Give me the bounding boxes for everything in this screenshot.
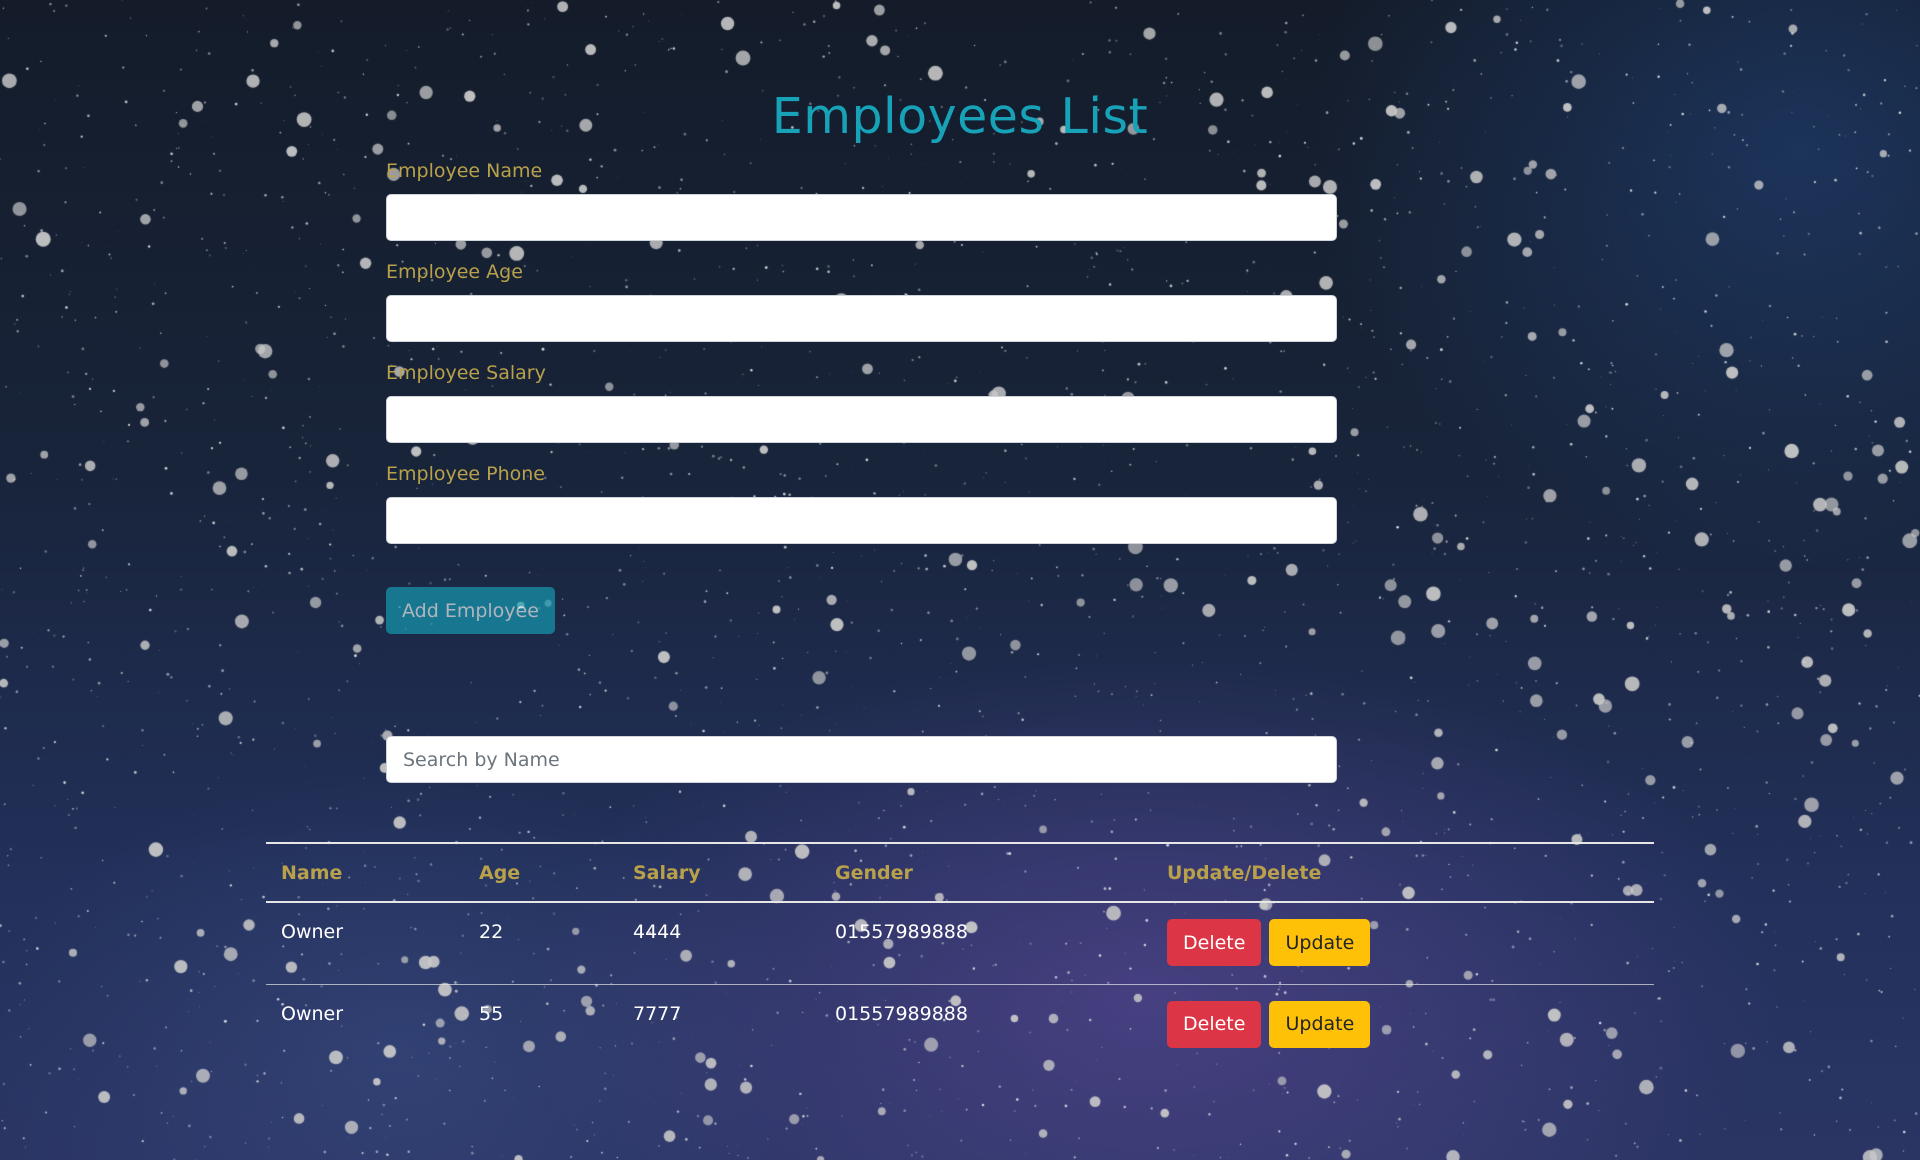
table-header-row: Name Age Salary Gender Update/Delete (266, 842, 1654, 903)
cell-salary: 4444 (618, 902, 820, 985)
cell-gender: 01557989888 (835, 1002, 968, 1025)
cell-age: 22 (464, 902, 618, 985)
header-salary: Salary (618, 842, 820, 903)
employee-salary-label: Employee Salary (386, 362, 546, 384)
employee-form: Employee Name Employee Age Employee Sala… (386, 160, 1337, 634)
employee-name-input[interactable] (386, 194, 1337, 241)
employee-salary-input[interactable] (386, 396, 1337, 443)
header-age: Age (464, 842, 618, 903)
employee-phone-input[interactable] (386, 497, 1337, 544)
cell-salary: 7777 (633, 1002, 682, 1025)
employees-table: Name Age Salary Gender Update/Delete Own… (266, 842, 1654, 1066)
cell-actions: Delete Update (1152, 984, 1654, 1066)
cell-gender: 01557989888 (820, 902, 1152, 985)
salary-field-group: Employee Salary (386, 362, 1337, 443)
update-button[interactable]: Update (1269, 919, 1371, 966)
employee-age-input[interactable] (386, 295, 1337, 342)
header-actions: Update/Delete (1152, 842, 1654, 903)
table-row: Owner 22 4444 01557989888 Delete Update (266, 902, 1654, 985)
header-name: Name (266, 842, 464, 903)
table-row: Owner 55 7777 01557989888 Delete Update (266, 984, 1654, 1066)
add-employee-button[interactable]: Add Employee (386, 587, 555, 634)
header-gender: Gender (820, 842, 1152, 903)
phone-field-group: Employee Phone (386, 463, 1337, 544)
delete-button[interactable]: Delete (1167, 1000, 1262, 1048)
update-button[interactable]: Update (1269, 1000, 1371, 1048)
cell-actions: Delete Update (1152, 902, 1654, 985)
search-input[interactable] (386, 736, 1337, 783)
cell-age: 55 (479, 1002, 504, 1025)
employee-age-label: Employee Age (386, 261, 523, 283)
search-wrap (386, 736, 1337, 783)
cell-name: Owner (281, 1002, 344, 1025)
employee-name-label: Employee Name (386, 160, 543, 182)
employee-phone-label: Employee Phone (386, 463, 545, 485)
age-field-group: Employee Age (386, 261, 1337, 342)
delete-button[interactable]: Delete (1167, 919, 1262, 966)
name-field-group: Employee Name (386, 160, 1337, 241)
page-title: Employees List (771, 88, 1149, 145)
cell-name: Owner (266, 902, 464, 985)
